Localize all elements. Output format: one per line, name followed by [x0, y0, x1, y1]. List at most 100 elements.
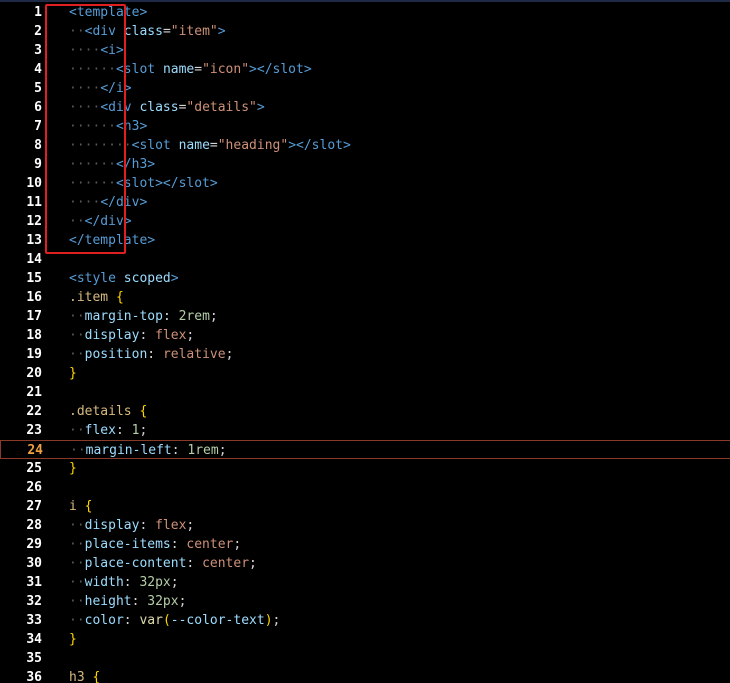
code-line[interactable]: 26 — [0, 478, 730, 497]
code-token: ; — [139, 423, 148, 438]
line-text[interactable]: ··color: var(--color-text); — [69, 611, 280, 630]
code-token: : — [139, 328, 156, 343]
whitespace-marker: ······ — [69, 62, 116, 77]
code-line[interactable]: 32 ··height: 32px; — [0, 592, 730, 611]
line-text[interactable]: ····</i> — [69, 79, 132, 98]
code-token: 1rem — [187, 443, 219, 458]
line-text[interactable]: ··place-content: center; — [69, 554, 257, 573]
code-line[interactable]: 11 ····</div> — [0, 193, 730, 212]
code-line[interactable]: 31 ··width: 32px; — [0, 573, 730, 592]
line-text[interactable]: ··margin-left: 1rem; — [70, 441, 227, 460]
code-line[interactable]: 19 ··position: relative; — [0, 345, 730, 364]
line-text[interactable]: } — [69, 459, 77, 478]
code-line[interactable]: 13 </template> — [0, 231, 730, 250]
line-text[interactable]: ··margin-top: 2rem; — [69, 307, 218, 326]
line-text[interactable]: ······<h3> — [69, 117, 147, 136]
code-line-current[interactable]: 24 ··margin-left: 1rem; — [0, 440, 730, 459]
code-line[interactable]: 28 ··display: flex; — [0, 516, 730, 535]
line-text[interactable]: ··</div> — [69, 212, 132, 231]
code-line[interactable]: 23 ··flex: 1; — [0, 421, 730, 440]
whitespace-marker: ······ — [69, 119, 116, 134]
code-token: scoped — [123, 271, 171, 286]
line-text[interactable]: } — [69, 364, 77, 383]
code-token: > — [256, 100, 265, 115]
line-text[interactable]: h3 { — [69, 668, 100, 683]
line-text[interactable]: ··height: 32px; — [69, 592, 186, 611]
code-line[interactable]: 7 ······<h3> — [0, 117, 730, 136]
code-token: ; — [178, 594, 187, 609]
code-line[interactable]: 20} — [0, 364, 730, 383]
line-text[interactable]: ····</div> — [69, 193, 147, 212]
code-editor[interactable]: 1 <template> 2 ··<div class="item"> 3 ····<i>… — [0, 0, 730, 683]
code-token: flex — [84, 423, 116, 438]
code-line[interactable]: 18 ··display: flex; — [0, 326, 730, 345]
line-text[interactable]: i { — [69, 497, 92, 516]
code-line[interactable]: 29 ··place-items: center; — [0, 535, 730, 554]
code-token: { — [84, 499, 93, 514]
code-token: "heading" — [217, 138, 289, 153]
code-token: ></slot> — [249, 62, 312, 77]
line-text[interactable]: ········<slot name="heading"></slot> — [69, 136, 351, 155]
code-line[interactable]: 3 ····<i> — [0, 41, 730, 60]
code-line[interactable]: 1 <template> — [0, 3, 730, 22]
line-number: 36 — [26, 670, 42, 683]
line-number: 34 — [26, 632, 42, 647]
code-line[interactable]: 17 ··margin-top: 2rem; — [0, 307, 730, 326]
code-token: : — [171, 443, 188, 458]
line-text[interactable]: .details { — [69, 402, 147, 421]
code-line[interactable]: 33 ··color: var(--color-text); — [0, 611, 730, 630]
line-text[interactable]: ··place-items: center; — [69, 535, 241, 554]
line-text[interactable]: ··flex: 1; — [69, 421, 147, 440]
line-text[interactable]: ······<slot name="icon"></slot> — [69, 60, 312, 79]
line-text[interactable]: <style scoped> — [69, 269, 179, 288]
editor-top-border — [0, 0, 730, 2]
line-text[interactable]: ······<slot></slot> — [69, 174, 218, 193]
code-line[interactable]: 10 ······<slot></slot> — [0, 174, 730, 193]
code-line[interactable]: 34} — [0, 630, 730, 649]
code-line[interactable]: 21 — [0, 383, 730, 402]
code-area[interactable]: 1 <template> 2 ··<div class="item"> 3 ····<i>… — [0, 3, 730, 683]
code-line[interactable]: 14 — [0, 250, 730, 269]
line-text[interactable]: ··display: flex; — [69, 516, 194, 535]
line-text[interactable]: ··display: flex; — [69, 326, 194, 345]
code-line[interactable]: 8 ········<slot name="heading"></slot> — [0, 136, 730, 155]
code-token: position — [84, 347, 148, 362]
code-token: ; — [170, 575, 179, 590]
code-line[interactable]: 16 .item { — [0, 288, 730, 307]
line-text[interactable]: ··<div class="item"> — [69, 22, 226, 41]
whitespace-marker: ···· — [69, 81, 101, 96]
code-line[interactable]: 6 ····<div class="details"> — [0, 98, 730, 117]
line-number: 8 — [34, 138, 42, 153]
line-text[interactable]: </template> — [69, 231, 155, 250]
code-line[interactable]: 22 .details { — [0, 402, 730, 421]
whitespace-marker: ·· — [69, 518, 85, 533]
code-token: ) — [264, 613, 273, 628]
line-text[interactable]: ··width: 32px; — [69, 573, 179, 592]
code-line[interactable]: 12 ··</div> — [0, 212, 730, 231]
code-line[interactable]: 15 <style scoped> — [0, 269, 730, 288]
line-text[interactable]: .item { — [69, 288, 124, 307]
line-text[interactable]: } — [69, 630, 77, 649]
code-token: "details" — [186, 100, 257, 115]
line-text[interactable]: ····<i> — [69, 41, 124, 60]
whitespace-marker: ·· — [69, 309, 85, 324]
code-line[interactable]: 9 ······</h3> — [0, 155, 730, 174]
line-text[interactable]: <template> — [69, 3, 147, 22]
code-line[interactable]: 30 ··place-content: center; — [0, 554, 730, 573]
code-token: color — [84, 613, 124, 628]
whitespace-marker: ·· — [69, 556, 85, 571]
code-line[interactable]: 27 i { — [0, 497, 730, 516]
line-text[interactable]: ······</h3> — [69, 155, 155, 174]
line-text[interactable]: ····<div class="details"> — [69, 98, 265, 117]
code-line[interactable]: 5 ····</i> — [0, 79, 730, 98]
code-line[interactable]: 35 — [0, 649, 730, 668]
code-line[interactable]: 25} — [0, 459, 730, 478]
line-text[interactable]: ··position: relative; — [69, 345, 233, 364]
code-line[interactable]: 36 h3 { — [0, 668, 730, 683]
code-token: 2rem — [178, 309, 210, 324]
code-line[interactable]: 2 ··<div class="item"> — [0, 22, 730, 41]
line-number: 6 — [34, 100, 42, 115]
code-token: --color-text — [170, 613, 265, 628]
code-token: height — [84, 594, 132, 609]
code-line[interactable]: 4 ······<slot name="icon"></slot> — [0, 60, 730, 79]
